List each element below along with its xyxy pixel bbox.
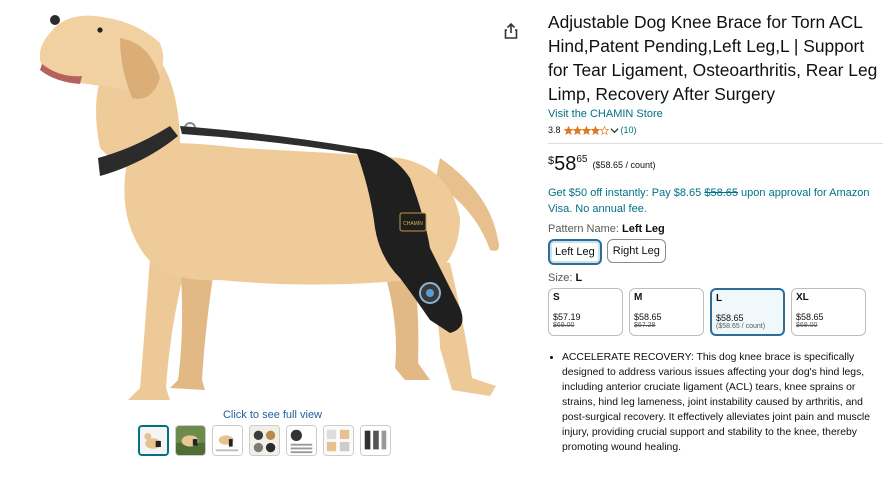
price: $ 58 65 ($58.65 / count)	[548, 152, 883, 178]
pattern-option-left-leg[interactable]: Left Leg	[548, 239, 602, 265]
rating-count[interactable]: (10)	[621, 125, 637, 135]
size-list-price: $69.00	[553, 322, 575, 329]
size-name: S	[553, 292, 560, 303]
feature-bullets: ACCELERATE RECOVERY: This dog knee brace…	[548, 350, 884, 455]
size-name: XL	[796, 292, 809, 303]
store-link[interactable]: Visit the CHAMIN Store	[548, 108, 883, 120]
card-promo[interactable]: Get $50 off instantly: Pay $8.65 $58.65 …	[548, 186, 883, 217]
pattern-label: Pattern Name: Left Leg	[548, 223, 883, 235]
share-icon[interactable]	[502, 22, 520, 40]
price-fraction: 65	[576, 154, 588, 165]
size-price: $58.65	[796, 312, 824, 322]
chevron-down-icon[interactable]	[609, 126, 619, 135]
main-product-image[interactable]: CHAMIN	[20, 8, 525, 408]
product-details: Adjustable Dog Knee Brace for Torn ACL H…	[548, 10, 883, 455]
size-option-l[interactable]: L $58.65 ($58.65 / count)	[710, 288, 785, 336]
size-price: $58.65	[716, 313, 744, 323]
star-icon	[581, 125, 591, 135]
pattern-selected-value: Left Leg	[621, 223, 665, 235]
promo-strike-price: $58.65	[704, 187, 738, 199]
pattern-option-right-leg[interactable]: Right Leg	[606, 239, 666, 263]
size-price: $58.65	[634, 312, 662, 322]
feature-bullet: ACCELERATE RECOVERY: This dog knee brace…	[562, 350, 884, 455]
dog-sitting-thumb-icon[interactable]	[138, 425, 169, 456]
brace-diagram-thumb-icon[interactable]	[212, 425, 243, 456]
star-icon	[572, 125, 582, 135]
pattern-label-text: Pattern Name:	[548, 223, 622, 235]
thumbnail-strip	[138, 425, 391, 456]
star-icon	[599, 125, 609, 135]
size-name: L	[716, 293, 723, 304]
rating-row[interactable]: 3.8 (10)	[548, 124, 883, 136]
size-unit-price: ($58.65 / count)	[716, 323, 766, 330]
full-view-link[interactable]: Click to see full view	[0, 409, 545, 421]
size-chart-thumb-icon[interactable]	[286, 425, 317, 456]
price-whole: 58	[554, 153, 577, 175]
brace-brand-label: CHAMIN	[403, 221, 423, 227]
size-price: $57.19	[553, 312, 581, 322]
product-title: Adjustable Dog Knee Brace for Torn ACL H…	[548, 12, 878, 104]
rating-value: 3.8	[548, 125, 561, 135]
star-icon	[563, 125, 573, 135]
divider	[548, 143, 883, 144]
size-label-text: Size:	[548, 272, 576, 284]
star-icon	[590, 125, 600, 135]
size-options: S $57.19 $69.00 M $58.65 $67.28 L $58.65…	[548, 288, 883, 336]
price-per-unit: ($58.65 / count)	[592, 160, 656, 170]
info-thumb-icon[interactable]	[323, 425, 354, 456]
pattern-options: Left Leg Right Leg	[548, 239, 883, 265]
dog-outdoor-thumb-icon[interactable]	[175, 425, 206, 456]
size-option-xl[interactable]: XL $58.65 $69.00	[791, 288, 866, 336]
size-option-m[interactable]: M $58.65 $67.28	[629, 288, 704, 336]
rating-stars[interactable]	[563, 125, 609, 135]
components-thumb-icon[interactable]	[360, 425, 391, 456]
size-name: M	[634, 292, 643, 303]
size-option-s[interactable]: S $57.19 $69.00	[548, 288, 623, 336]
size-label: Size: L	[548, 272, 883, 284]
size-list-price: $69.00	[796, 322, 818, 329]
promo-prefix: Get $50 off instantly: Pay $8.65	[548, 187, 705, 199]
size-selected-value: L	[575, 272, 583, 284]
features-thumb-icon[interactable]	[249, 425, 280, 456]
image-gallery: CHAMIN Click to see full view	[0, 0, 545, 485]
size-list-price: $67.28	[634, 322, 656, 329]
